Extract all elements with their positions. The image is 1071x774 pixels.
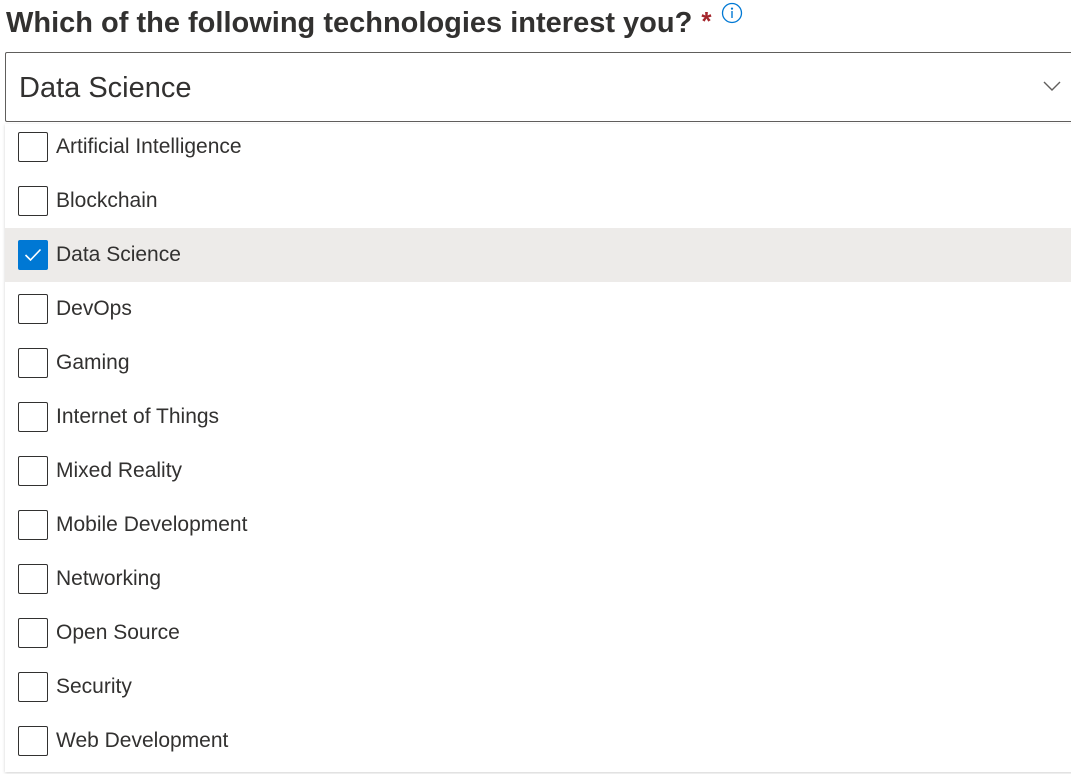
dropdown-option[interactable]: Security <box>5 660 1071 714</box>
checkbox-checked[interactable] <box>18 240 48 270</box>
checkbox[interactable] <box>18 348 48 378</box>
dropdown-option[interactable]: Web Development <box>5 714 1071 768</box>
dropdown-option[interactable]: Mobile Development <box>5 498 1071 552</box>
dropdown-option[interactable]: Data Science <box>5 228 1071 282</box>
required-marker: * <box>701 5 712 36</box>
option-label: DevOps <box>56 297 132 320</box>
option-label: Blockchain <box>56 189 158 212</box>
question-label: Which of the following technologies inte… <box>6 0 711 46</box>
dropdown-options-list: Artificial Intelligence Blockchain Data Sc… <box>5 124 1071 772</box>
checkbox[interactable] <box>18 186 48 216</box>
checkmark-icon <box>24 248 42 262</box>
dropdown-option[interactable]: Internet of Things <box>5 390 1071 444</box>
checkbox[interactable] <box>18 726 48 756</box>
dropdown-option[interactable]: Gaming <box>5 336 1071 390</box>
chevron-down-icon[interactable] <box>1042 79 1062 93</box>
checkbox[interactable] <box>18 402 48 432</box>
option-label: Networking <box>56 567 162 590</box>
dropdown-option[interactable]: Networking <box>5 552 1071 606</box>
option-label: Artificial Intelligence <box>56 135 242 158</box>
question-text: Which of the following technologies inte… <box>6 6 693 39</box>
checkbox[interactable] <box>18 456 48 486</box>
dropdown-option[interactable]: Open Source <box>5 606 1071 660</box>
option-label: Open Source <box>56 621 180 644</box>
checkbox[interactable] <box>18 510 48 540</box>
option-label: Internet of Things <box>56 405 220 428</box>
dropdown-option[interactable]: Mixed Reality <box>5 444 1071 498</box>
checkbox[interactable] <box>18 564 48 594</box>
dropdown-option[interactable]: Blockchain <box>5 174 1071 228</box>
checkbox[interactable] <box>18 132 48 162</box>
option-label: Data Science <box>56 243 181 266</box>
option-label: Security <box>56 675 132 698</box>
technologies-dropdown[interactable]: Data Science <box>5 52 1071 122</box>
info-icon[interactable] <box>721 2 743 24</box>
checkbox[interactable] <box>18 672 48 702</box>
dropdown-selected-value: Data Science <box>19 72 192 104</box>
option-label: Mixed Reality <box>56 459 183 482</box>
dropdown-option[interactable]: DevOps <box>5 282 1071 336</box>
option-label: Gaming <box>56 351 130 374</box>
dropdown-option[interactable]: Artificial Intelligence <box>5 120 1071 174</box>
option-label: Mobile Development <box>56 513 248 536</box>
checkbox[interactable] <box>18 294 48 324</box>
checkbox[interactable] <box>18 618 48 648</box>
option-label: Web Development <box>56 729 229 752</box>
